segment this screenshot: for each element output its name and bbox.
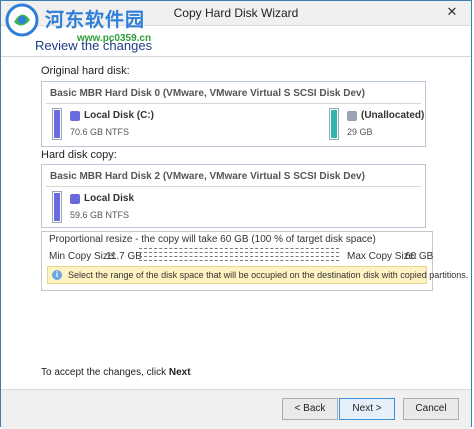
partition-bar-fill <box>54 110 60 138</box>
close-icon[interactable]: ✕ <box>441 4 463 20</box>
disk-title-divider <box>46 186 421 187</box>
disk-icon <box>347 111 357 121</box>
partition-local-disk-c[interactable]: Local Disk (C:) 70.6 GB NTFS <box>52 108 192 142</box>
min-copy-size-value: 11.7 GB <box>106 251 142 262</box>
partition-size: 59.6 GB NTFS <box>70 210 130 220</box>
partition-local-disk[interactable]: Local Disk 59.6 GB NTFS <box>52 191 192 225</box>
page-heading: Review the changes <box>35 38 153 53</box>
watermark-site-name: 河东软件园 <box>45 9 146 31</box>
partition-name: Local Disk <box>84 193 135 204</box>
copy-size-range-slider[interactable] <box>139 246 339 264</box>
slider-track <box>139 252 339 253</box>
partition-size: 29 GB <box>347 127 373 137</box>
accept-instruction-text: To accept the changes, click <box>41 367 167 378</box>
header-divider <box>1 56 471 57</box>
button-footer <box>1 389 471 429</box>
site-logo-icon <box>5 3 39 37</box>
info-hint: i Select the range of the disk space tha… <box>47 266 468 284</box>
partition-size: 70.6 GB NTFS <box>70 127 130 137</box>
wizard-window: Copy Hard Disk Wizard ✕ 河东软件园 www.pc0359… <box>0 0 472 429</box>
copy-disk-panel: Basic MBR Hard Disk 2 (VMware, VMware Vi… <box>41 164 426 228</box>
resize-legend: Proportional resize - the copy will take… <box>47 234 378 245</box>
original-disk-title: Basic MBR Hard Disk 0 (VMware, VMware Vi… <box>50 88 365 99</box>
slider-track <box>139 260 339 261</box>
original-disk-label: Original hard disk: <box>41 65 130 77</box>
info-hint-text: Select the range of the disk space that … <box>68 270 469 280</box>
partition-name: Local Disk (C:) <box>84 110 155 121</box>
max-copy-size-value: 60 GB <box>405 251 434 262</box>
partition-bar <box>329 108 339 140</box>
slider-track <box>139 256 339 257</box>
info-icon: i <box>52 270 62 280</box>
partition-name: (Unallocated) <box>361 110 425 121</box>
partition-type-icon <box>70 194 80 204</box>
partition-type-icon <box>70 111 80 121</box>
partition-bar <box>52 191 62 223</box>
partition-unallocated[interactable]: (Unallocated) 29 GB <box>329 108 424 142</box>
disk-title-divider <box>46 103 421 104</box>
next-button[interactable]: Next > <box>339 398 395 420</box>
copy-disk-title: Basic MBR Hard Disk 2 (VMware, VMware Vi… <box>50 171 365 182</box>
original-disk-panel: Basic MBR Hard Disk 0 (VMware, VMware Vi… <box>41 81 426 147</box>
partition-bar-fill <box>54 193 60 221</box>
back-button[interactable]: < Back <box>282 398 338 420</box>
accept-instruction: To accept the changes, click Next <box>41 367 191 378</box>
partition-bar-fill <box>331 110 337 138</box>
cancel-button[interactable]: Cancel <box>403 398 459 420</box>
slider-track <box>139 248 339 249</box>
copy-disk-label: Hard disk copy: <box>41 149 117 161</box>
accept-action-name: Next <box>168 367 191 378</box>
partition-bar <box>52 108 62 140</box>
